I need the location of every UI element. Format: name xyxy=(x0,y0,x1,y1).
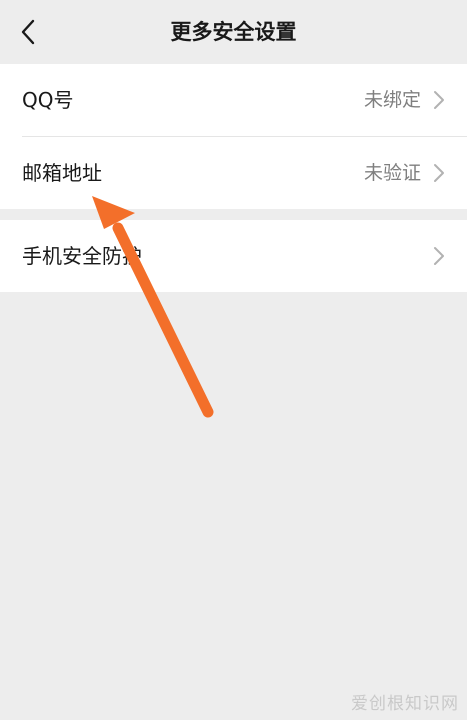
phone-protection-group: 手机安全防护 xyxy=(0,220,467,292)
account-settings-group: QQ号 未绑定 邮箱地址 未验证 xyxy=(0,64,467,209)
email-address-row[interactable]: 邮箱地址 未验证 xyxy=(0,137,467,209)
qq-number-row[interactable]: QQ号 未绑定 xyxy=(0,64,467,137)
phone-security-row[interactable]: 手机安全防护 xyxy=(0,220,467,292)
email-address-status: 未验证 xyxy=(363,162,421,184)
chevron-right-icon xyxy=(434,91,444,109)
email-address-label: 邮箱地址 xyxy=(22,161,102,185)
nav-bar: 更多安全设置 xyxy=(0,0,467,64)
watermark: 爱创根知识网 xyxy=(351,694,459,714)
qq-number-status: 未绑定 xyxy=(363,89,421,111)
page-title: 更多安全设置 xyxy=(170,20,297,44)
phone-security-label: 手机安全防护 xyxy=(22,244,142,268)
chevron-right-icon xyxy=(434,164,444,182)
qq-number-label: QQ号 xyxy=(22,88,74,112)
chevron-right-icon xyxy=(434,247,444,265)
